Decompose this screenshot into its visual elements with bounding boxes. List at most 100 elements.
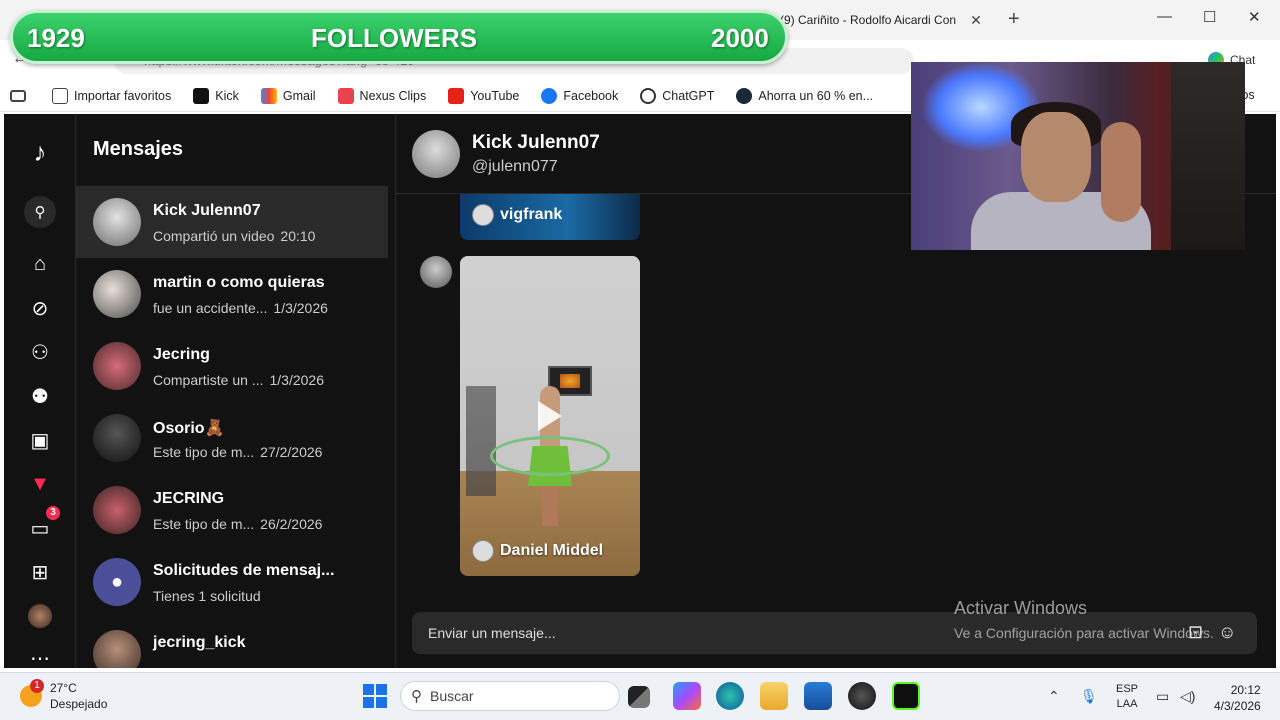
messages-title: Mensajes bbox=[93, 138, 184, 160]
conversation-item[interactable]: martin o como quieras fue un accidente..… bbox=[76, 258, 388, 330]
conversation-name: Solicitudes de mensaj... bbox=[153, 562, 335, 579]
conversation-name: JECRING bbox=[153, 490, 225, 507]
avatar bbox=[93, 486, 141, 534]
conversation-item[interactable]: JECRING Este tipo de m... 26/2/2026 bbox=[76, 474, 388, 546]
bookmark-youtube[interactable]: YouTube bbox=[448, 87, 520, 104]
search-icon[interactable]: ⚲ bbox=[24, 196, 56, 228]
system-clock[interactable]: 20:12 4/3/2026 bbox=[1214, 682, 1261, 714]
bookmark-kick[interactable]: Kick bbox=[193, 87, 239, 104]
message-input[interactable] bbox=[428, 622, 948, 644]
emoji-icon[interactable]: ☺ bbox=[1218, 622, 1236, 643]
conversation-item[interactable]: jecring_kick bbox=[76, 618, 388, 668]
chatgpt-icon bbox=[640, 87, 657, 104]
bookmark-label: ChatGPT bbox=[662, 88, 715, 103]
language-indicator[interactable]: ESP LAA bbox=[1116, 682, 1138, 712]
webcam-overlay bbox=[911, 62, 1245, 250]
chat-contact-username[interactable]: @julenn077 bbox=[472, 158, 558, 176]
upload-icon[interactable]: ⊞ bbox=[22, 554, 58, 590]
shared-video-card[interactable]: Daniel Middel bbox=[460, 256, 640, 576]
avatar bbox=[93, 342, 141, 390]
conversation-list: Mensajes Kick Julenn07 Compartió un vide… bbox=[76, 114, 396, 668]
more-icon[interactable]: ⋯ bbox=[22, 640, 58, 676]
avatar bbox=[472, 204, 494, 226]
gmail-icon bbox=[260, 87, 277, 104]
bookmark-gmail[interactable]: Gmail bbox=[260, 87, 316, 104]
shared-video-card[interactable]: vigfrank bbox=[460, 194, 640, 240]
messages-send-icon[interactable]: ▼ bbox=[22, 466, 58, 502]
conversation-item[interactable]: Kick Julenn07 Compartió un video 20:10 bbox=[76, 186, 388, 258]
followers-label: FOLLOWERS bbox=[311, 23, 478, 53]
taskbar-search[interactable]: ⚲ Buscar bbox=[400, 681, 620, 711]
windows-start-icon[interactable] bbox=[363, 684, 387, 708]
bookmark-chatgpt[interactable]: ChatGPT bbox=[640, 87, 715, 104]
home-icon[interactable]: ⌂ bbox=[22, 246, 58, 282]
message-avatar bbox=[420, 256, 452, 288]
chat-bubble-icon: ● bbox=[93, 558, 141, 606]
microphone-icon[interactable]: 🎙 bbox=[1080, 688, 1098, 705]
copilot-app-icon[interactable] bbox=[673, 682, 701, 710]
video-author: vigfrank bbox=[472, 204, 562, 226]
conversation-preview: Compartió un video 20:10 bbox=[153, 228, 316, 244]
chat-contact-name[interactable]: Kick Julenn07 bbox=[472, 132, 600, 154]
message-requests-item[interactable]: ● Solicitudes de mensaj... Tienes 1 soli… bbox=[76, 546, 388, 618]
edge-app-icon[interactable] bbox=[716, 682, 744, 710]
network-icon[interactable]: ▭ bbox=[1156, 688, 1169, 705]
minimize-button[interactable]: — bbox=[1157, 8, 1172, 25]
file-explorer-icon[interactable] bbox=[760, 682, 788, 710]
explore-icon[interactable]: ⊘ bbox=[22, 290, 58, 326]
bookmark-label: Gmail bbox=[282, 88, 316, 103]
volume-icon[interactable]: ◁) bbox=[1180, 688, 1195, 705]
youtube-icon bbox=[448, 87, 465, 104]
close-window-button[interactable]: ✕ bbox=[1248, 8, 1261, 26]
store-app-icon[interactable] bbox=[804, 682, 832, 710]
bookmark-label: Ahorra un 60 % en... bbox=[758, 88, 874, 103]
browser-tab-title: (9) Cariñito - Rodolfo Aicardi Con bbox=[780, 13, 957, 27]
profile-avatar[interactable] bbox=[22, 598, 58, 634]
steam-icon bbox=[736, 87, 753, 104]
bookmark-nexus-clips[interactable]: Nexus Clips bbox=[337, 87, 427, 104]
conversation-preview: Este tipo de m... 27/2/2026 bbox=[153, 444, 323, 460]
screen: (9) Cariñito - Rodolfo Aicardi Con ✕ + —… bbox=[0, 0, 1280, 720]
following-icon[interactable]: ⚇ bbox=[22, 334, 58, 370]
weather-text: 27°C Despejado bbox=[50, 681, 108, 711]
followers-goal: 2000 bbox=[711, 23, 769, 53]
play-icon[interactable] bbox=[538, 401, 562, 431]
conversation-name: jecring_kick bbox=[153, 634, 246, 651]
bookmark-label: YouTube bbox=[470, 88, 520, 103]
avatar[interactable] bbox=[412, 130, 460, 178]
reading-list-icon[interactable] bbox=[10, 89, 26, 102]
friends-icon[interactable]: ⚉ bbox=[22, 378, 58, 414]
tray-overflow-icon[interactable]: ⌃ bbox=[1048, 688, 1060, 705]
bookmark-facebook[interactable]: Facebook bbox=[541, 87, 619, 104]
left-nav-rail: ♪ ⚲ ⌂ ⊘ ⚇ ⚉ ▣ ▼ ▭ 3 ⊞ ⋯ bbox=[4, 114, 76, 670]
avatar bbox=[93, 414, 141, 462]
conversation-name: martin o como quieras bbox=[153, 274, 325, 291]
kick-icon bbox=[193, 87, 210, 104]
task-view-icon[interactable] bbox=[628, 686, 650, 708]
bookmark-label: Importar favoritos bbox=[74, 88, 172, 103]
close-tab-icon[interactable]: ✕ bbox=[970, 12, 982, 29]
browser-tab-youtube[interactable]: (9) Cariñito - Rodolfo Aicardi Con ✕ bbox=[760, 6, 990, 34]
bookmark-label: Nexus Clips bbox=[359, 88, 427, 103]
kick-app-icon[interactable] bbox=[892, 682, 920, 710]
tiktok-logo-icon[interactable]: ♪ bbox=[22, 134, 58, 170]
maximize-button[interactable]: ☐ bbox=[1203, 8, 1216, 26]
video-author: Daniel Middel bbox=[472, 540, 603, 562]
video-author-name: Daniel Middel bbox=[500, 542, 604, 559]
bookmark-label: Kick bbox=[215, 88, 239, 103]
bookmark-label: Facebook bbox=[563, 88, 619, 103]
avatar bbox=[93, 270, 141, 318]
new-tab-button[interactable]: + bbox=[1008, 8, 1020, 31]
windows-activation-watermark: Activar Windows Ve a Configuración para … bbox=[954, 598, 1214, 641]
conversation-item[interactable]: Jecring Compartiste un ... 1/3/2026 bbox=[76, 330, 388, 402]
conversation-preview: Este tipo de m... 26/2/2026 bbox=[153, 516, 323, 532]
obs-app-icon[interactable] bbox=[848, 682, 876, 710]
bookmark-import[interactable]: Importar favoritos bbox=[52, 87, 172, 104]
conversation-item[interactable]: Osorio🧸 Este tipo de m... 27/2/2026 bbox=[76, 402, 388, 474]
bookmark-steam[interactable]: Ahorra un 60 % en... bbox=[736, 87, 874, 104]
import-icon bbox=[52, 87, 68, 104]
video-thumbnail-hoop bbox=[490, 436, 610, 476]
live-icon[interactable]: ▣ bbox=[22, 422, 58, 458]
inbox-icon[interactable]: ▭ 3 bbox=[22, 506, 60, 546]
conversation-preview: fue un accidente... 1/3/2026 bbox=[153, 300, 328, 316]
